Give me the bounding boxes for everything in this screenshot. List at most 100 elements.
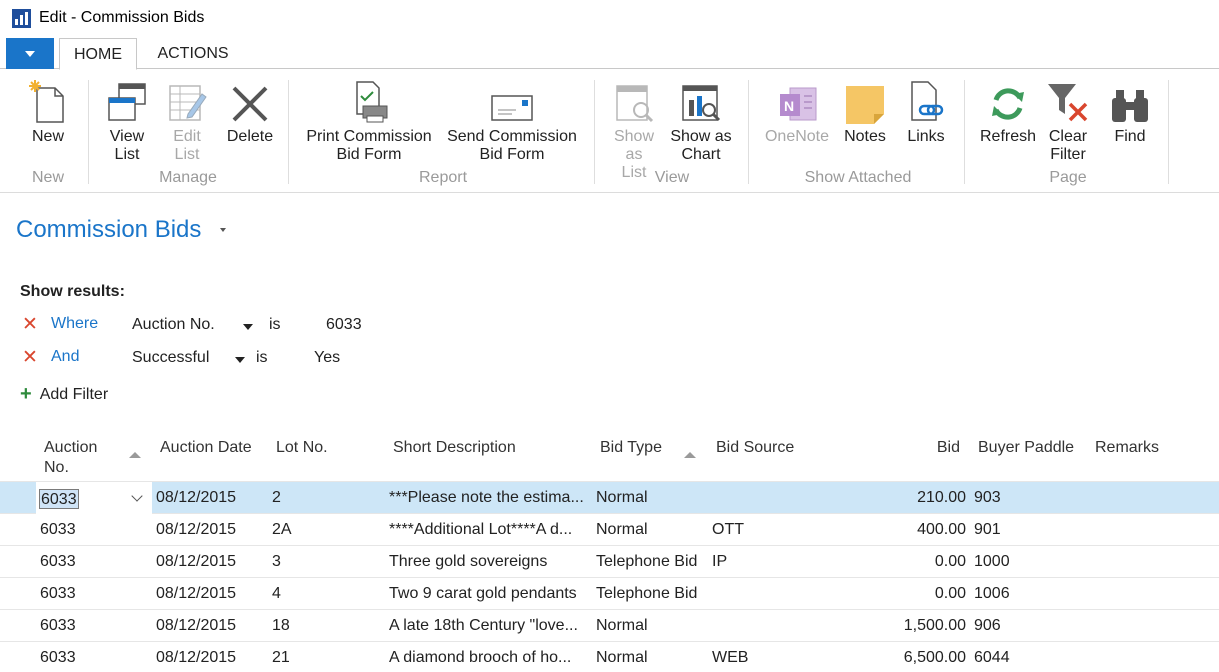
buyer-paddle-cell[interactable]: 1000 [974, 546, 1010, 578]
short-description-cell[interactable]: Three gold sovereigns [389, 546, 595, 578]
lot-no-cell[interactable]: 3 [272, 546, 281, 578]
chevron-down-icon[interactable] [131, 490, 143, 502]
show-as-chart-button[interactable]: Show as Chart [668, 76, 734, 164]
filter-conjunction[interactable]: Where [51, 315, 98, 333]
bid-source-cell[interactable]: OTT [712, 514, 812, 546]
column-header-lot-no[interactable]: Lot No. [276, 438, 328, 458]
grid-header: Auction No. Auction Date Lot No. Short D… [0, 430, 1219, 482]
view-list-button[interactable]: View List [104, 76, 150, 164]
filter-field[interactable]: Auction No. [132, 316, 215, 334]
table-row[interactable]: 6033 08/12/2015 2A ****Additional Lot***… [0, 514, 1219, 546]
column-header-buyer-paddle[interactable]: Buyer Paddle [978, 438, 1074, 458]
auction-date-cell[interactable]: 08/12/2015 [156, 514, 236, 546]
buyer-paddle-cell[interactable]: 903 [974, 482, 1001, 514]
send-commission-bid-form-button[interactable]: Send Commission Bid Form [444, 76, 580, 164]
bid-source-cell[interactable]: WEB [712, 642, 812, 672]
bid-type-cell[interactable]: Normal [596, 642, 708, 672]
auction-no-cell[interactable]: 6033 [39, 489, 79, 509]
bid-cell[interactable]: 0.00 [860, 578, 966, 610]
table-row[interactable]: 6033 08/12/2015 21 A diamond brooch of h… [0, 642, 1219, 672]
onenote-button[interactable]: N OneNote [762, 76, 832, 146]
auction-no-editor[interactable]: 6033 [36, 482, 152, 514]
edit-list-button[interactable]: Edit List [164, 76, 210, 164]
table-row[interactable]: 6033 08/12/2015 4 Two 9 carat gold penda… [0, 578, 1219, 610]
column-header-bid[interactable]: Bid [900, 438, 960, 458]
table-row[interactable]: 6033 08/12/2015 2 ***Please note the est… [0, 482, 1219, 514]
column-header-bid-source[interactable]: Bid Source [716, 438, 794, 458]
auction-date-cell[interactable]: 08/12/2015 [156, 642, 236, 672]
column-header-auction-date[interactable]: Auction Date [160, 438, 252, 458]
short-description-cell[interactable]: A late 18th Century "love... [389, 610, 595, 642]
find-button[interactable]: Find [1108, 76, 1152, 146]
links-button[interactable]: Links [904, 76, 948, 146]
tab-home[interactable]: HOME [59, 38, 137, 70]
buyer-paddle-cell[interactable]: 1006 [974, 578, 1010, 610]
tab-actions[interactable]: ACTIONS [146, 38, 240, 70]
filter-conjunction[interactable]: And [51, 348, 79, 366]
show-as-list-icon [616, 85, 654, 123]
auction-date-cell[interactable]: 08/12/2015 [156, 610, 236, 642]
refresh-button[interactable]: Refresh [978, 76, 1038, 146]
bid-type-cell[interactable]: Normal [596, 482, 708, 514]
lot-no-cell[interactable]: 21 [272, 642, 290, 672]
auction-no-cell[interactable]: 6033 [40, 546, 76, 578]
lot-no-cell[interactable]: 18 [272, 610, 290, 642]
bid-cell[interactable]: 0.00 [860, 546, 966, 578]
lot-no-cell[interactable]: 2 [272, 482, 281, 514]
remove-filter-icon[interactable]: ✕ [22, 315, 38, 335]
ribbon-separator [88, 80, 89, 184]
group-label-new: New [31, 169, 64, 186]
lot-no-cell[interactable]: 4 [272, 578, 281, 610]
buyer-paddle-cell[interactable]: 6044 [974, 642, 1010, 672]
bid-type-cell[interactable]: Normal [596, 514, 708, 546]
clear-filter-button[interactable]: Clear Filter [1044, 76, 1092, 164]
short-description-cell[interactable]: A diamond brooch of ho... [389, 642, 595, 672]
table-row[interactable]: 6033 08/12/2015 18 A late 18th Century "… [0, 610, 1219, 642]
filter-value[interactable]: Yes [314, 349, 340, 367]
lot-no-cell[interactable]: 2A [272, 514, 292, 546]
app-menu-button[interactable] [6, 38, 54, 69]
column-header-auction-no[interactable]: Auction No. [44, 438, 124, 478]
buyer-paddle-cell[interactable]: 906 [974, 610, 1001, 642]
bid-type-cell[interactable]: Normal [596, 610, 708, 642]
bid-cell[interactable]: 1,500.00 [860, 610, 966, 642]
page-title-dropdown-icon[interactable] [220, 228, 226, 232]
column-header-remarks[interactable]: Remarks [1095, 438, 1159, 458]
ribbon-tabs: HOME ACTIONS [0, 36, 1219, 70]
auction-date-cell[interactable]: 08/12/2015 [156, 578, 236, 610]
table-row[interactable]: 6033 08/12/2015 3 Three gold sovereigns … [0, 546, 1219, 578]
auction-no-cell[interactable]: 6033 [40, 578, 76, 610]
auction-no-cell[interactable]: 6033 [40, 642, 76, 672]
page-title[interactable]: Commission Bids [16, 216, 201, 244]
bid-cell[interactable]: 6,500.00 [860, 642, 966, 672]
bid-source-cell[interactable] [712, 578, 812, 610]
column-header-bid-type[interactable]: Bid Type [600, 438, 662, 458]
short-description-cell[interactable]: Two 9 carat gold pendants [389, 578, 595, 610]
short-description-cell[interactable]: ***Please note the estima... [389, 482, 595, 514]
remove-filter-icon[interactable]: ✕ [22, 348, 38, 368]
bid-type-cell[interactable]: Telephone Bid [596, 546, 708, 578]
filter-field[interactable]: Successful [132, 349, 209, 367]
bid-source-cell[interactable] [712, 610, 812, 642]
show-as-list-button[interactable]: Show as List [608, 76, 660, 182]
notes-button[interactable]: Notes [840, 76, 890, 146]
bid-source-cell[interactable]: IP [712, 546, 812, 578]
bid-cell[interactable]: 210.00 [860, 482, 966, 514]
print-commission-bid-form-button[interactable]: Print Commission Bid Form [302, 76, 436, 164]
delete-button[interactable]: Delete [224, 76, 276, 146]
new-button[interactable]: New [28, 76, 68, 146]
bid-cell[interactable]: 400.00 [860, 514, 966, 546]
buyer-paddle-cell[interactable]: 901 [974, 514, 1001, 546]
bid-source-cell[interactable] [712, 482, 812, 514]
column-header-short-description[interactable]: Short Description [393, 438, 516, 458]
auction-date-cell[interactable]: 08/12/2015 [156, 482, 236, 514]
filter-value[interactable]: 6033 [326, 316, 362, 334]
short-description-cell[interactable]: ****Additional Lot****A d... [389, 514, 595, 546]
bid-type-cell[interactable]: Telephone Bid [596, 578, 708, 610]
auction-date-cell[interactable]: 08/12/2015 [156, 546, 236, 578]
add-filter-button[interactable]: + Add Filter [20, 382, 108, 405]
filter-field-dropdown-icon[interactable] [243, 324, 253, 330]
auction-no-cell[interactable]: 6033 [40, 610, 76, 642]
filter-field-dropdown-icon[interactable] [235, 357, 245, 363]
auction-no-cell[interactable]: 6033 [40, 514, 76, 546]
